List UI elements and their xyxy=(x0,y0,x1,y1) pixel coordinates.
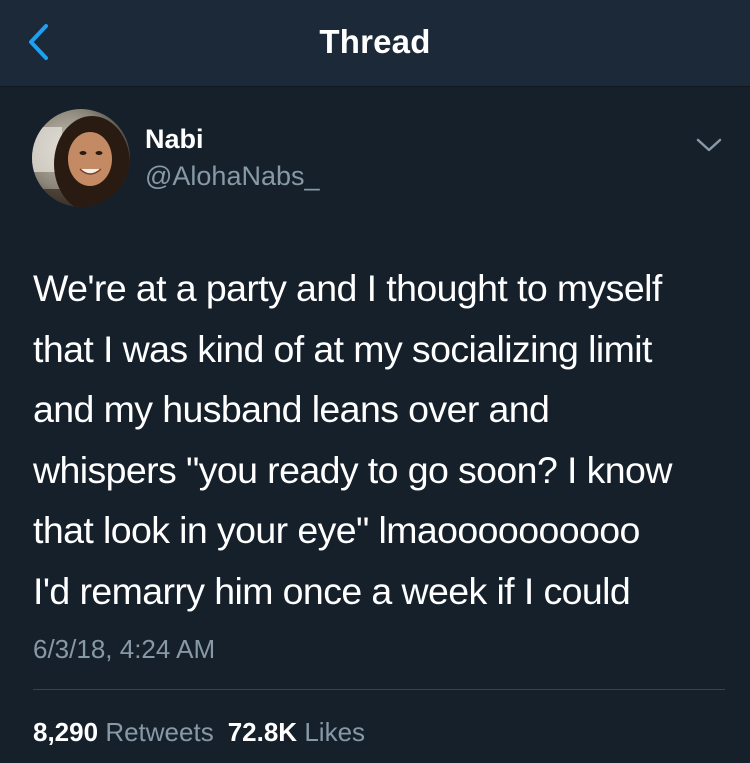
author-handle[interactable]: @AlohaNabs_ xyxy=(145,161,320,192)
tweet-timestamp: 6/3/18, 4:24 AM xyxy=(33,634,216,664)
tweet-stats: 8,290 Retweets 72.8K Likes xyxy=(33,717,379,748)
avatar[interactable] xyxy=(32,109,130,207)
retweets-stat[interactable]: 8,290 Retweets xyxy=(33,717,214,747)
navigation-bar: Thread xyxy=(0,0,750,87)
likes-stat[interactable]: 72.8K Likes xyxy=(228,717,365,747)
divider xyxy=(33,689,725,690)
avatar-photo xyxy=(32,109,130,207)
likes-count: 72.8K xyxy=(227,717,298,747)
chevron-down-icon[interactable] xyxy=(694,134,724,156)
page-title: Thread xyxy=(319,23,431,60)
tweet-text: We're at a party and I thought to myself… xyxy=(33,267,672,612)
likes-label: Likes xyxy=(304,717,366,747)
retweets-count: 8,290 xyxy=(33,717,99,747)
retweets-label: Retweets xyxy=(105,717,214,747)
author-name[interactable]: Nabi xyxy=(145,124,204,155)
